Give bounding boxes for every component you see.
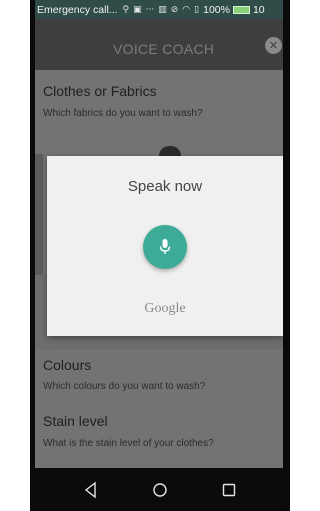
question-card-colours[interactable]: Colours Which colours do you want to was… <box>35 350 283 468</box>
status-bar: Emergency call... ⚲ ▣ ··· ▥ ⊘ ◠ ▯ 100% 1… <box>35 0 283 19</box>
voice-input-dialog: Speak now Google <box>47 156 283 336</box>
navigation-bar <box>35 468 283 511</box>
home-circle-icon[interactable] <box>150 480 170 500</box>
phone-frame: Emergency call... ⚲ ▣ ··· ▥ ⊘ ◠ ▯ 100% 1… <box>0 0 290 511</box>
vibrate-icon: ▯ <box>194 4 200 15</box>
microphone-button[interactable] <box>143 225 187 269</box>
speak-prompt: Speak now <box>127 178 203 195</box>
usb-icon: ⚲ <box>122 4 130 15</box>
app-title: VOICE COACH <box>113 41 215 57</box>
more-dots-icon: ··· <box>145 4 155 15</box>
screen: Emergency call... ⚲ ▣ ··· ▥ ⊘ ◠ ▯ 100% 1… <box>35 0 283 511</box>
battery-percent: 100% <box>203 3 230 16</box>
right-bezel <box>283 0 290 511</box>
close-icon[interactable]: ✕ <box>265 37 282 54</box>
question-subtitle: Which colours do you want to wash? <box>43 381 206 392</box>
app-bar: VOICE COACH ✕ <box>35 19 283 70</box>
carrier-text: Emergency call... <box>37 3 118 16</box>
image-icon: ▣ <box>133 4 142 15</box>
back-triangle-icon[interactable] <box>81 480 101 500</box>
question-subtitle: What is the stain level of your clothes? <box>43 438 214 449</box>
no-vibrate-icon: ⊘ <box>170 4 179 15</box>
question-title: Stain level <box>43 413 108 429</box>
recents-square-icon[interactable] <box>219 480 239 500</box>
battery-icon <box>232 5 250 14</box>
question-title: Colours <box>43 357 92 373</box>
question-title: Clothes or Fabrics <box>43 83 157 99</box>
card-edge <box>35 154 43 275</box>
wifi-icon: ◠ <box>182 4 191 15</box>
microphone-icon <box>159 239 171 254</box>
option-knob <box>159 146 181 156</box>
sim-icon: ▥ <box>158 4 167 15</box>
clock-text: 10 <box>252 3 265 16</box>
google-logo: Google <box>144 301 186 316</box>
question-subtitle: Which fabrics do you want to wash? <box>43 108 203 119</box>
